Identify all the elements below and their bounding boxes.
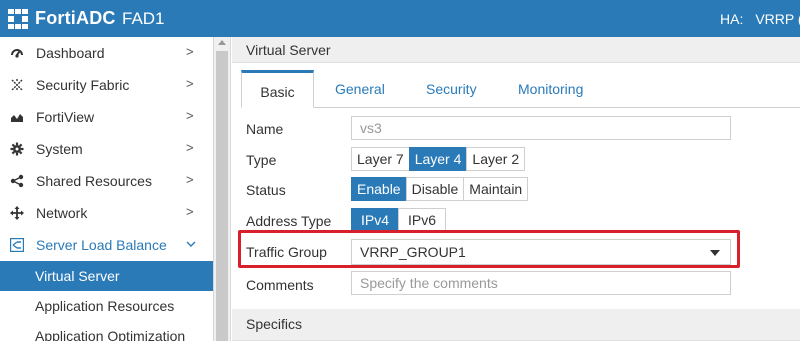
- sidebar-subitem-application-optimization[interactable]: Application Optimization: [0, 321, 213, 341]
- share-icon: [9, 173, 25, 189]
- traffic-group-select[interactable]: VRRP_GROUP1: [351, 239, 731, 265]
- gear-icon: [9, 141, 25, 157]
- chevron-right-icon: >: [186, 140, 194, 155]
- status-maintain-button[interactable]: Maintain: [463, 177, 529, 201]
- tab-label: Security: [426, 81, 477, 97]
- status-label: Status: [246, 182, 286, 198]
- status-disable-button[interactable]: Disable: [405, 177, 465, 201]
- scrollbar-thumb[interactable]: [216, 51, 228, 341]
- chevron-right-icon: >: [186, 44, 194, 59]
- main-content: Virtual Server Basic General Security Mo…: [232, 37, 800, 341]
- chevron-right-icon: >: [186, 172, 194, 187]
- address-type-ipv6-button[interactable]: IPv6: [398, 208, 447, 232]
- sidebar-item-security-fabric[interactable]: Security Fabric >: [0, 69, 213, 101]
- sidebar-item-label: Server Load Balance: [36, 237, 167, 253]
- tab-monitoring[interactable]: Monitoring: [518, 70, 583, 108]
- traffic-group-label: Traffic Group: [246, 244, 327, 260]
- sidebar-item-label: System: [36, 141, 83, 157]
- sidebar-item-label: Security Fabric: [36, 77, 130, 93]
- section-header-virtual-server: Virtual Server: [232, 37, 800, 63]
- sidebar-item-server-load-balance[interactable]: Server Load Balance: [0, 229, 213, 261]
- tab-label: General: [335, 81, 385, 97]
- sidebar-item-fortiview[interactable]: FortiView >: [0, 101, 213, 133]
- tab-security[interactable]: Security: [426, 70, 477, 108]
- ha-status[interactable]: HA: VRRP (: [720, 11, 800, 27]
- device-name: FAD1: [122, 9, 165, 28]
- sidebar-item-system[interactable]: System >: [0, 133, 213, 165]
- chevron-down-icon: [186, 236, 196, 251]
- top-header: FortiADC FAD1 HA: VRRP (: [0, 0, 800, 37]
- tab-basic[interactable]: Basic: [241, 70, 314, 108]
- fortinet-logo-icon: [8, 9, 28, 29]
- comments-label: Comments: [246, 277, 314, 293]
- sidebar-subitem-label: Application Optimization: [35, 328, 186, 341]
- comments-field[interactable]: Specify the comments: [351, 271, 731, 295]
- sidebar-item-label: Dashboard: [36, 45, 105, 61]
- type-label: Type: [246, 152, 277, 168]
- fortiview-chart-icon: [9, 109, 25, 125]
- address-type-label: Address Type: [246, 213, 332, 229]
- sidebar-subitem-application-resources[interactable]: Application Resources: [0, 291, 213, 321]
- caret-down-icon: [710, 250, 720, 256]
- section-title: Specifics: [246, 316, 303, 332]
- status-selector: Enable Disable Maintain: [351, 177, 529, 201]
- name-label: Name: [246, 121, 284, 137]
- section-header-specifics: Specifics: [232, 309, 800, 341]
- tab-general[interactable]: General: [335, 70, 385, 108]
- chevron-right-icon: >: [186, 108, 194, 123]
- tab-label: Basic: [260, 84, 295, 100]
- address-type-ipv4-button[interactable]: IPv4: [351, 208, 400, 232]
- ha-value: VRRP (: [755, 11, 800, 27]
- type-selector: Layer 7 Layer 4 Layer 2: [351, 147, 526, 171]
- address-type-selector: IPv4 IPv6: [351, 208, 447, 232]
- sidebar-item-label: Network: [36, 205, 88, 221]
- load-balance-icon: [9, 237, 25, 253]
- security-fabric-icon: [9, 77, 25, 93]
- network-arrows-icon: [9, 205, 25, 221]
- type-layer7-button[interactable]: Layer 7: [351, 147, 410, 171]
- sidebar-item-dashboard[interactable]: Dashboard >: [0, 37, 213, 69]
- type-layer4-button[interactable]: Layer 4: [408, 147, 468, 171]
- sidebar-item-label: FortiView: [36, 109, 95, 125]
- sidebar-item-label: Shared Resources: [36, 173, 152, 189]
- sidebar: Dashboard > Security Fabric > FortiView …: [0, 37, 214, 341]
- brand-name: FortiADC: [35, 8, 116, 28]
- sidebar-subitem-virtual-server[interactable]: Virtual Server: [0, 261, 213, 291]
- type-layer2-button[interactable]: Layer 2: [466, 147, 526, 171]
- sidebar-subitem-label: Application Resources: [35, 298, 175, 314]
- sidebar-scrollbar[interactable]: [214, 37, 231, 341]
- sidebar-subitem-label: Virtual Server: [35, 268, 120, 284]
- sidebar-item-shared-resources[interactable]: Shared Resources >: [0, 165, 213, 197]
- chevron-right-icon: >: [186, 76, 194, 91]
- tab-bar: Basic General Security Monitoring: [241, 70, 800, 108]
- dashboard-icon: [9, 45, 25, 61]
- section-title: Virtual Server: [246, 42, 331, 58]
- status-enable-button[interactable]: Enable: [351, 177, 407, 201]
- chevron-right-icon: >: [186, 204, 194, 219]
- name-field[interactable]: vs3: [351, 116, 731, 140]
- sidebar-item-network[interactable]: Network >: [0, 197, 213, 229]
- tab-label: Monitoring: [518, 81, 584, 97]
- traffic-group-value: VRRP_GROUP1: [360, 244, 466, 260]
- scroll-up-icon[interactable]: [218, 40, 226, 45]
- ha-label: HA:: [720, 11, 744, 27]
